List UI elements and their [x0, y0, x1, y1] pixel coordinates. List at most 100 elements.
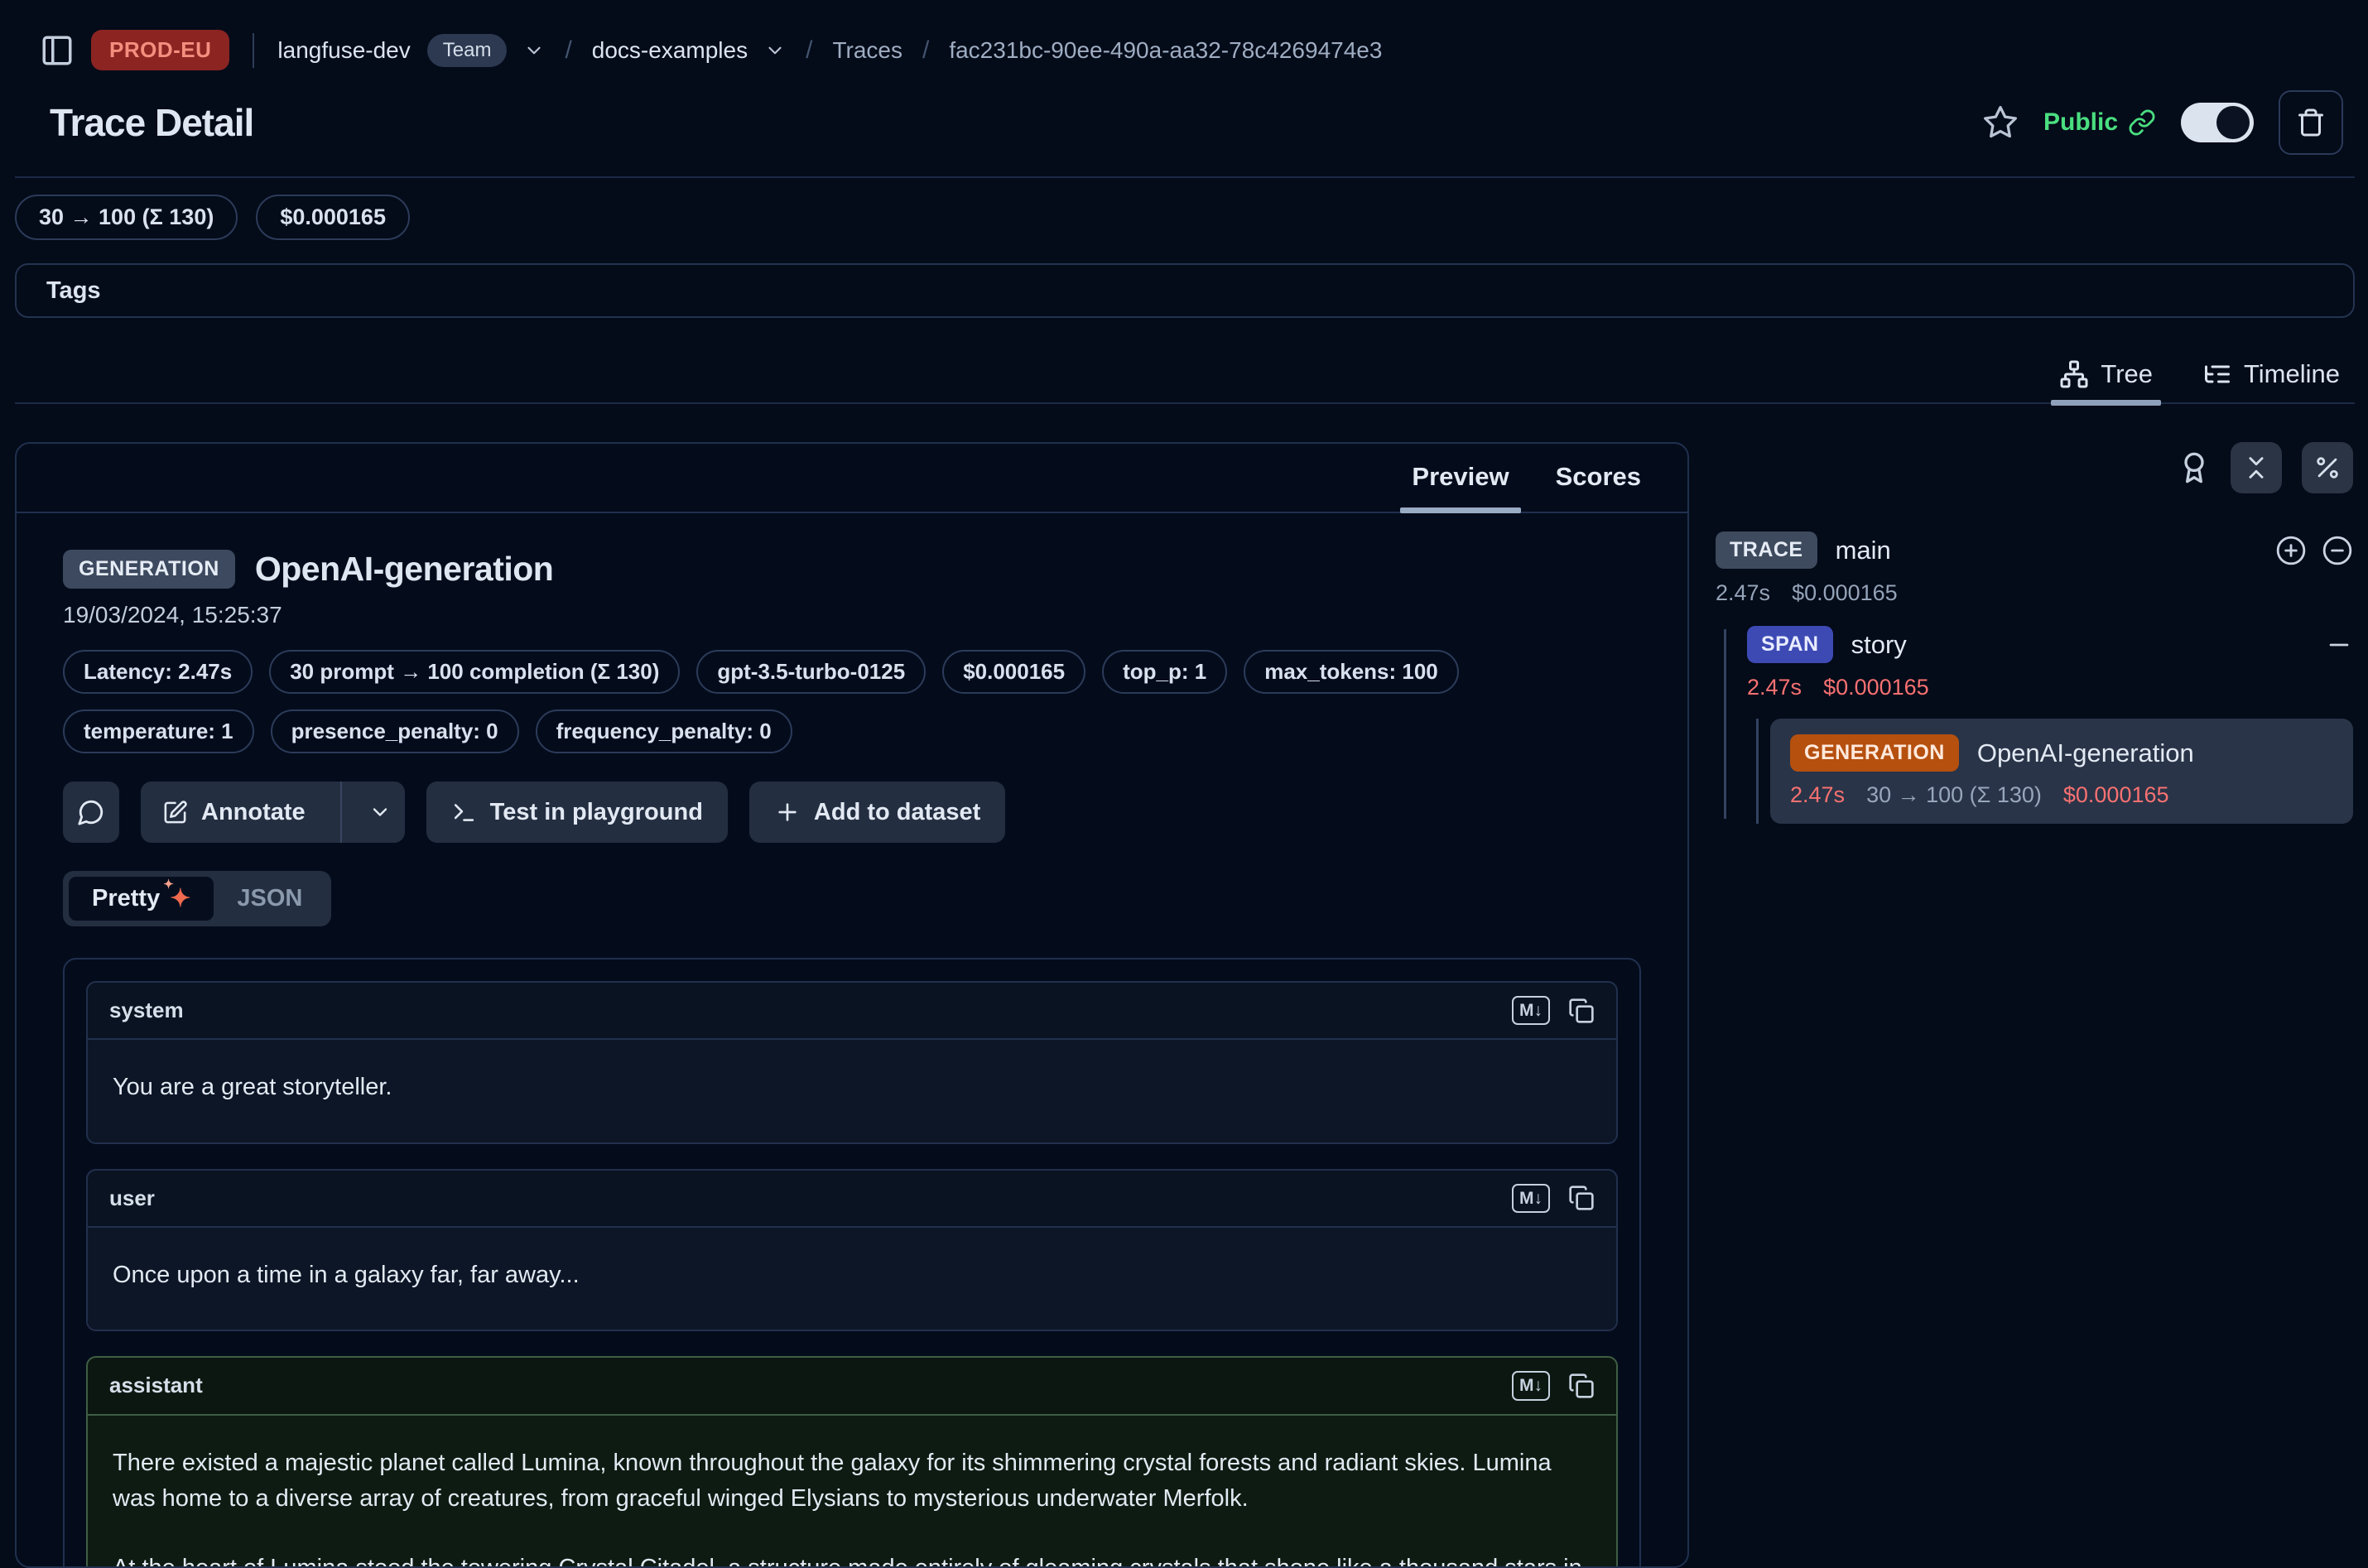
circle-plus-icon[interactable]	[2275, 535, 2307, 566]
trace-detail-page: PROD-EU langfuse-dev Team / docs-example…	[0, 0, 2368, 1561]
span-cost: $0.000165	[1823, 675, 1929, 700]
terminal-icon	[451, 800, 477, 825]
collapse-all-button[interactable]	[2231, 442, 2282, 493]
span-name: story	[1851, 630, 1907, 660]
public-label: Public	[2043, 108, 2118, 137]
generation-latency: 2.47s	[1790, 782, 1845, 808]
tab-tree[interactable]: Tree	[2056, 359, 2156, 389]
tags-label: Tags	[46, 277, 101, 304]
delete-trace-button[interactable]	[2279, 90, 2343, 155]
assistant-paragraph: At the heart of Lumina stood the towerin…	[113, 1551, 1591, 1568]
trace-name: main	[1836, 536, 1891, 565]
breadcrumb-traces[interactable]: Traces	[832, 37, 902, 64]
observation-timestamp: 19/03/2024, 15:25:37	[63, 602, 1641, 628]
tree-node-generation-selected[interactable]: GENERATION OpenAI-generation 2.47s 30 → …	[1770, 719, 2353, 824]
max-tokens-badge: max_tokens: 100	[1244, 650, 1459, 694]
copy-icon[interactable]	[1568, 1185, 1595, 1211]
test-in-playground-button[interactable]: Test in playground	[426, 782, 728, 843]
format-json-segment[interactable]: JSON	[214, 877, 325, 921]
markdown-toggle-icon[interactable]: M↓	[1512, 1371, 1550, 1400]
chevrons-down-up-icon	[2242, 454, 2270, 482]
message-content: You are a great storyteller.	[88, 1040, 1616, 1142]
annotate-button[interactable]: Annotate	[141, 799, 327, 826]
message-content: Once upon a time in a galaxy far, far aw…	[88, 1228, 1616, 1330]
public-share-link[interactable]: Public	[2043, 108, 2156, 137]
model-badge: gpt-3.5-turbo-0125	[696, 650, 926, 694]
sidebar-toggle-icon[interactable]	[40, 33, 75, 68]
percent-metrics-button[interactable]	[2302, 442, 2353, 493]
generation-type-badge: GENERATION	[1790, 734, 1959, 772]
generation-name: OpenAI-generation	[1977, 738, 2194, 768]
observation-badges: Latency: 2.47s 30 prompt → 100 completio…	[63, 650, 1641, 753]
message-role-label: system	[109, 998, 184, 1023]
copy-icon[interactable]	[1568, 1373, 1595, 1399]
tab-tree-label: Tree	[2101, 359, 2153, 389]
markdown-toggle-icon[interactable]: M↓	[1512, 1184, 1550, 1213]
list-tree-icon	[2202, 359, 2232, 389]
latency-badge: Latency: 2.47s	[63, 650, 253, 694]
annotate-dropdown-button[interactable]	[355, 801, 405, 824]
minus-icon[interactable]	[2325, 631, 2353, 659]
presence-penalty-badge: presence_penalty: 0	[271, 709, 519, 753]
circle-minus-icon[interactable]	[2322, 535, 2353, 566]
org-plan-badge: Team	[427, 34, 508, 67]
trash-icon	[2296, 108, 2326, 137]
tab-timeline[interactable]: Timeline	[2199, 359, 2343, 389]
annotate-label: Annotate	[201, 799, 306, 826]
tags-section[interactable]: Tags	[15, 263, 2355, 318]
breadcrumb-divider	[253, 33, 254, 68]
breadcrumb-org[interactable]: langfuse-dev	[277, 37, 410, 64]
trace-metrics: 2.47s $0.000165	[1716, 580, 2353, 606]
percent-icon	[2313, 454, 2342, 482]
panel-tabs: Preview Scores	[17, 444, 1687, 513]
pen-square-icon	[162, 800, 188, 825]
button-divider	[340, 782, 342, 843]
page-title: Trace Detail	[50, 100, 253, 145]
cost-badge: $0.000165	[942, 650, 1085, 694]
observation-type-badge: GENERATION	[63, 550, 235, 589]
public-toggle[interactable]	[2181, 103, 2254, 142]
bookmark-star-icon[interactable]	[1982, 104, 2019, 141]
breadcrumb: PROD-EU langfuse-dev Team / docs-example…	[15, 0, 2355, 70]
markdown-toggle-icon[interactable]: M↓	[1512, 996, 1550, 1025]
tree-node-span[interactable]: SPAN story	[1747, 626, 2353, 663]
annotate-split-button: Annotate	[141, 782, 405, 843]
comment-button[interactable]	[63, 782, 119, 843]
breadcrumb-separator: /	[806, 36, 812, 65]
message-assistant: assistant M↓ There existed a majestic pl…	[86, 1356, 1618, 1568]
generation-metrics: 2.47s 30 → 100 (Σ 130) $0.000165	[1790, 782, 2333, 808]
view-tabs: Tree Timeline	[15, 359, 2355, 404]
format-pretty-segment[interactable]: Pretty ✦✦	[69, 877, 214, 921]
breadcrumb-separator: /	[922, 36, 929, 65]
chevron-down-icon[interactable]	[764, 40, 786, 61]
chevron-down-icon	[368, 801, 392, 824]
trace-tree-panel: TRACE main 2.47s $0.000165 SPAN story	[1716, 442, 2355, 824]
environment-badge: PROD-EU	[91, 30, 229, 70]
copy-icon[interactable]	[1568, 998, 1595, 1024]
award-icon[interactable]	[2178, 451, 2211, 484]
breadcrumb-project[interactable]: docs-examples	[592, 37, 748, 64]
sparkles-icon: ✦✦	[170, 887, 190, 911]
message-role-label: assistant	[109, 1373, 203, 1398]
message-user: user M↓ Once upon a time in a galaxy far…	[86, 1169, 1618, 1332]
generation-tokens: 30 → 100 (Σ 130)	[1866, 782, 2042, 808]
span-type-badge: SPAN	[1747, 626, 1833, 663]
trace-cost-badge: $0.000165	[256, 195, 410, 240]
trace-latency: 2.47s	[1716, 580, 1770, 606]
toggle-knob	[2216, 106, 2250, 139]
message-content: There existed a majestic planet called L…	[88, 1416, 1616, 1568]
span-latency: 2.47s	[1747, 675, 1802, 700]
format-toggle: Pretty ✦✦ JSON	[63, 871, 331, 926]
trace-token-usage-badge: 30 → 100 (Σ 130)	[15, 195, 238, 240]
tab-preview[interactable]: Preview	[1412, 462, 1509, 512]
tab-scores[interactable]: Scores	[1556, 462, 1641, 512]
tree-node-trace[interactable]: TRACE main	[1716, 531, 2353, 569]
add-to-dataset-button[interactable]: Add to dataset	[749, 782, 1005, 843]
chevron-down-icon[interactable]	[523, 40, 545, 61]
messages-container: system M↓ You are a great storyteller. u…	[63, 958, 1641, 1568]
assistant-paragraph: There existed a majestic planet called L…	[113, 1445, 1591, 1517]
breadcrumb-separator: /	[565, 36, 571, 65]
top-p-badge: top_p: 1	[1102, 650, 1227, 694]
temperature-badge: temperature: 1	[63, 709, 254, 753]
trace-cost: $0.000165	[1792, 580, 1898, 606]
